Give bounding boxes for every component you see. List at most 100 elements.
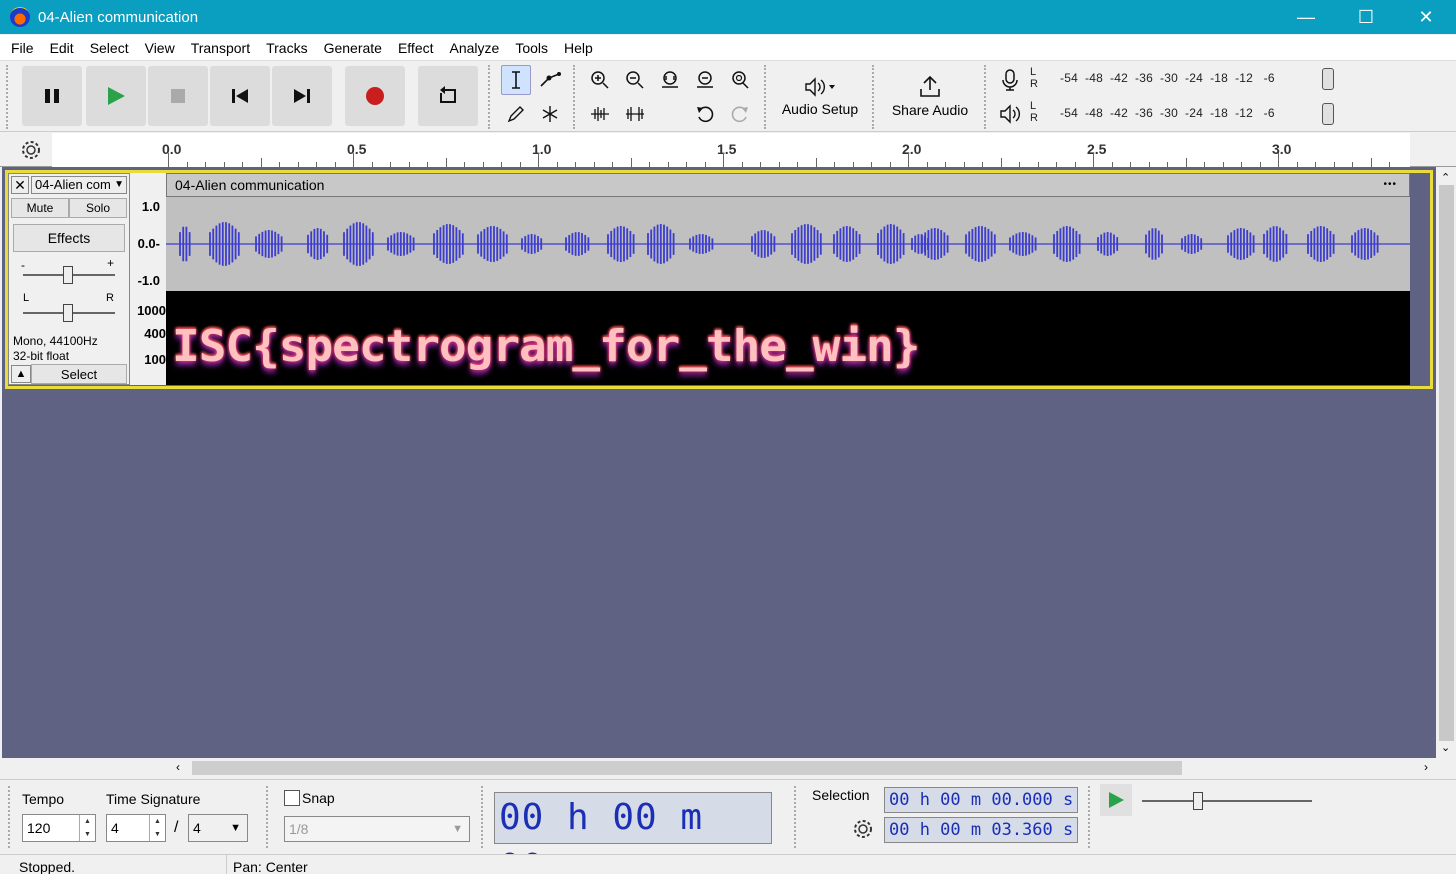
time-display[interactable]: 00 h 00 m 00 s (494, 792, 772, 874)
toolbar-grip[interactable] (6, 65, 12, 129)
scale-label: 100 (144, 352, 166, 367)
undo-button[interactable] (690, 99, 720, 129)
multi-tool-button[interactable] (535, 99, 565, 129)
track-area[interactable]: ✕ 04-Alien com ▼ Mute Solo Effects - + L… (2, 167, 1436, 758)
gain-slider-handle[interactable] (63, 266, 73, 284)
waveform-view[interactable] (166, 197, 1410, 291)
collapse-track-icon[interactable]: ▲ (11, 365, 31, 383)
play-speed-slider-handle[interactable] (1193, 792, 1203, 810)
vertical-scroll-thumb[interactable] (1439, 185, 1454, 741)
scroll-left-icon[interactable]: ‹ (176, 760, 180, 774)
record-meter-slider-handle[interactable] (1322, 68, 1334, 90)
zoom-out-button[interactable] (620, 65, 650, 95)
audio-setup-button[interactable]: Audio Setup (776, 66, 864, 126)
horizontal-scrollbar[interactable]: ‹ › (170, 758, 1440, 778)
snap-checkbox[interactable] (284, 790, 300, 806)
toolbar-grip[interactable] (872, 65, 878, 129)
menu-generate[interactable]: Generate (316, 40, 390, 56)
microphone-icon[interactable] (998, 68, 1022, 95)
menu-analyze[interactable]: Analyze (442, 40, 508, 56)
envelope-tool-button[interactable] (535, 65, 565, 95)
pause-button[interactable] (22, 66, 82, 126)
left-channel-label: L (1030, 100, 1037, 112)
play-speed-slider-track[interactable] (1142, 800, 1312, 802)
scale-label: 400 (144, 326, 166, 341)
track-name-dropdown[interactable]: 04-Alien com ▼ (31, 176, 127, 194)
playback-speaker-icon[interactable] (998, 102, 1024, 129)
selection-end-time[interactable]: 00 h 00 m 03.360 s (884, 817, 1078, 843)
maximize-button[interactable]: ☐ (1336, 0, 1396, 34)
toolbar-grip[interactable] (1088, 786, 1094, 848)
play-at-speed-button[interactable] (1100, 784, 1132, 816)
selection-tool-button[interactable] (501, 65, 531, 95)
zoom-toggle-button[interactable] (725, 65, 755, 95)
menu-edit[interactable]: Edit (42, 40, 82, 56)
loop-button[interactable] (418, 66, 478, 126)
effects-button[interactable]: Effects (13, 224, 125, 252)
toolbar-grip[interactable] (481, 786, 487, 848)
minimize-button[interactable]: — (1276, 0, 1336, 34)
horizontal-scroll-thumb[interactable] (192, 761, 1182, 775)
scroll-right-icon[interactable]: › (1424, 760, 1428, 774)
silence-audio-button[interactable] (620, 99, 650, 129)
skip-to-end-button[interactable] (272, 66, 332, 126)
snap-select[interactable]: 1/8 ▼ (284, 816, 470, 842)
timeline-settings-gear-icon[interactable] (20, 139, 42, 164)
tempo-spin-arrows[interactable]: ▲ ▼ (79, 815, 95, 841)
zoom-in-button[interactable] (585, 65, 615, 95)
record-meter-scale[interactable]: -54 -48 -42 -36 -30 -24 -18 -12 -6 (1060, 71, 1275, 85)
close-track-icon[interactable]: ✕ (11, 176, 29, 194)
playback-meter-slider-handle[interactable] (1322, 103, 1334, 125)
trim-outside-button[interactable] (585, 99, 615, 129)
clip-menu-icon[interactable]: ••• (1383, 174, 1397, 196)
vertical-scrollbar[interactable]: ⌃ ⌄ (1437, 167, 1456, 758)
menu-effect[interactable]: Effect (390, 40, 442, 56)
share-audio-button[interactable]: Share Audio (884, 66, 976, 126)
selection-start-time[interactable]: 00 h 00 m 00.000 s (884, 787, 1078, 813)
mute-button[interactable]: Mute (11, 198, 69, 218)
fit-selection-button[interactable] (655, 65, 685, 95)
close-window-button[interactable]: ✕ (1396, 0, 1456, 34)
toolbar-grip[interactable] (984, 65, 990, 129)
pan-slider-handle[interactable] (63, 304, 73, 322)
record-button[interactable] (345, 66, 405, 126)
toolbar-grip[interactable] (8, 786, 14, 848)
menu-select[interactable]: Select (82, 40, 137, 56)
toolbar-grip[interactable] (794, 786, 800, 848)
fit-project-button[interactable] (690, 65, 720, 95)
zoom-toggle-icon (732, 71, 749, 89)
solo-button[interactable]: Solo (69, 198, 127, 218)
vertical-scale[interactable]: 1.0 0.0- -1.0 1000 400 100 (130, 173, 166, 385)
menu-tracks[interactable]: Tracks (258, 40, 315, 56)
ruler-time-area[interactable]: 0.0 0.5 1.0 1.5 2.0 2.5 3.0 (162, 133, 1410, 167)
clip-title-bar[interactable]: 04-Alien communication ••• (166, 173, 1410, 197)
menu-transport[interactable]: Transport (183, 40, 258, 56)
selection-settings-gear-icon[interactable] (852, 818, 874, 843)
toolbar-grip[interactable] (764, 65, 770, 129)
timeline-ruler[interactable]: 0.0 0.5 1.0 1.5 2.0 2.5 3.0 (0, 133, 1456, 167)
skip-to-start-button[interactable] (210, 66, 270, 126)
ruler-tick (1185, 158, 1187, 167)
toolbar-grip[interactable] (573, 65, 579, 129)
menu-help[interactable]: Help (556, 40, 601, 56)
scroll-up-icon[interactable]: ⌃ (1441, 171, 1450, 184)
play-meter-channels: LR (1030, 100, 1038, 124)
toolbar-grip[interactable] (488, 65, 494, 129)
tempo-input[interactable]: 120 ▲ ▼ (22, 814, 96, 842)
ts-upper-spin-arrows[interactable]: ▲ ▼ (149, 815, 165, 841)
play-button[interactable] (86, 66, 146, 126)
redo-button[interactable] (725, 99, 755, 129)
scroll-down-icon[interactable]: ⌄ (1441, 741, 1450, 754)
record-icon (366, 87, 384, 105)
menu-view[interactable]: View (137, 40, 183, 56)
time-signature-lower-select[interactable]: 4 ▼ (188, 814, 248, 842)
stop-button[interactable] (148, 66, 208, 126)
time-signature-upper-input[interactable]: 4 ▲ ▼ (106, 814, 166, 842)
toolbar-grip[interactable] (266, 786, 272, 848)
spectrogram-view[interactable]: ISC{spectrogram_for_the_win} (166, 291, 1410, 385)
playback-meter-scale[interactable]: -54 -48 -42 -36 -30 -24 -18 -12 -6 (1060, 106, 1275, 120)
menu-file[interactable]: File (3, 40, 42, 56)
select-track-button[interactable]: Select (31, 364, 127, 384)
draw-tool-button[interactable] (501, 99, 531, 129)
menu-tools[interactable]: Tools (507, 40, 556, 56)
